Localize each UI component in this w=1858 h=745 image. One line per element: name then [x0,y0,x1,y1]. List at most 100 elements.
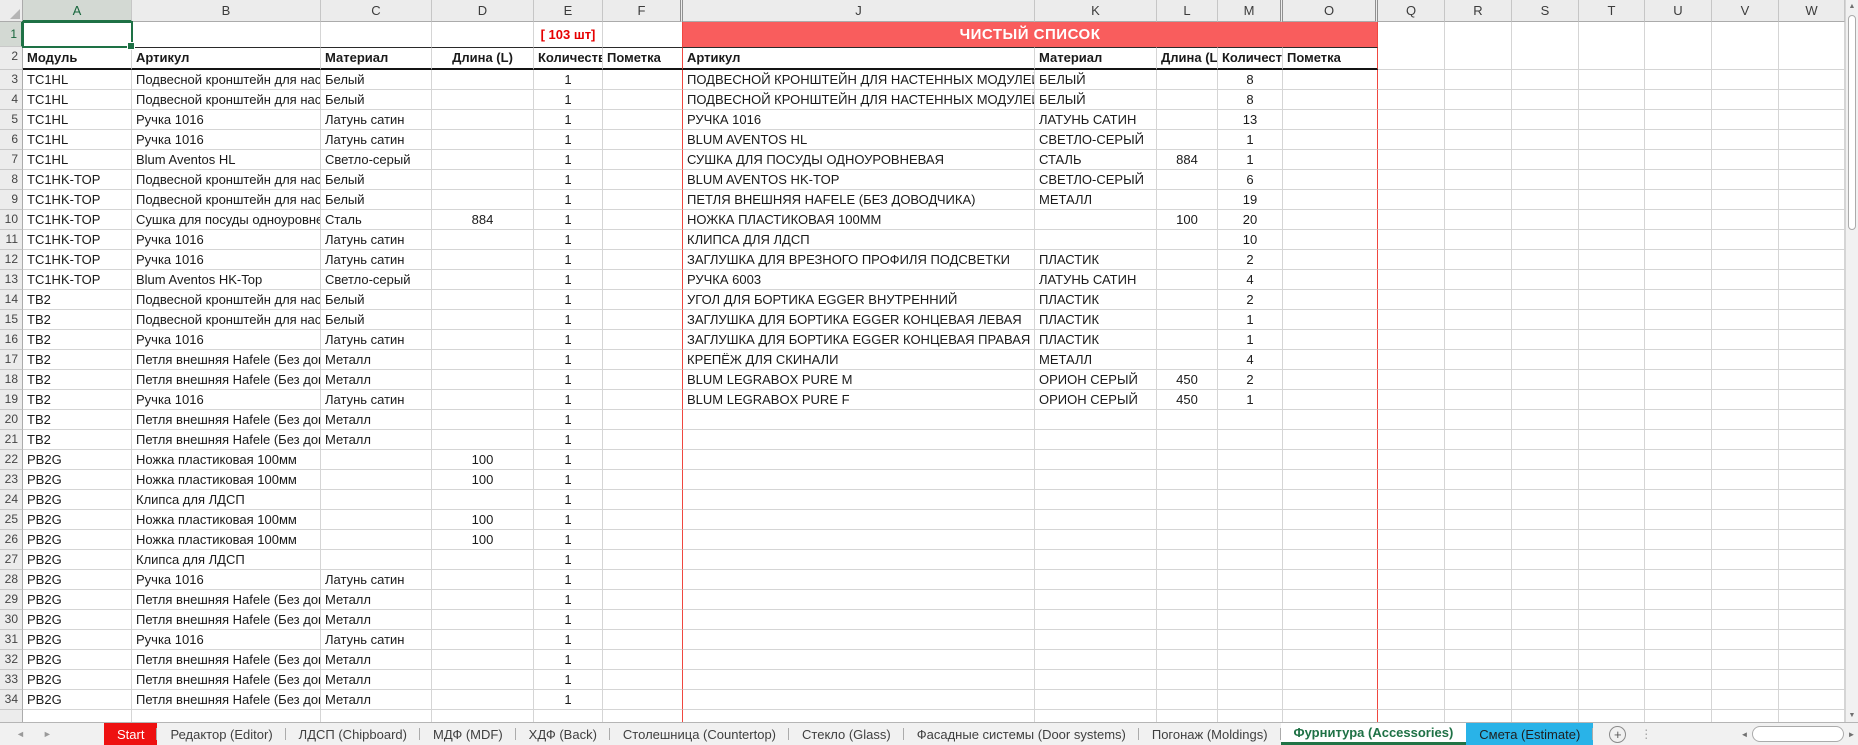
cell-T4[interactable] [1579,90,1645,110]
cell-E20[interactable]: 1 [534,410,603,430]
row-header-14[interactable]: 14 [0,290,23,310]
cell-K25[interactable] [1035,510,1157,530]
cell-V10[interactable] [1712,210,1779,230]
cell-Q26[interactable] [1378,530,1445,550]
cell-C25[interactable] [321,510,432,530]
cell-D13[interactable] [432,270,534,290]
cell-J19[interactable]: BLUM LEGRABOX PURE F [683,390,1035,410]
cell-E6[interactable]: 1 [534,130,603,150]
cell-F35[interactable] [603,710,683,722]
cell-S21[interactable] [1512,430,1579,450]
cell-K10[interactable] [1035,210,1157,230]
cell-W10[interactable] [1779,210,1845,230]
clean-list-banner[interactable]: ЧИСТЫЙ СПИСОК [683,22,1378,47]
cell-U16[interactable] [1645,330,1712,350]
cell-D11[interactable] [432,230,534,250]
cell-K26[interactable] [1035,530,1157,550]
cell-K14[interactable]: ПЛАСТИК [1035,290,1157,310]
cell-S10[interactable] [1512,210,1579,230]
select-all-button[interactable] [0,0,23,22]
cell-D4[interactable] [432,90,534,110]
cell-L21[interactable] [1157,430,1218,450]
cell-D33[interactable] [432,670,534,690]
cell-F26[interactable] [603,530,683,550]
row-header-23[interactable]: 23 [0,470,23,490]
cell-D14[interactable] [432,290,534,310]
cell-E4[interactable]: 1 [534,90,603,110]
cell-J13[interactable]: РУЧКА 6003 [683,270,1035,290]
cell-L19[interactable]: 450 [1157,390,1218,410]
column-header-M[interactable]: M [1218,0,1283,22]
cell-O22[interactable] [1283,450,1378,470]
cell-R8[interactable] [1445,170,1512,190]
cell-O16[interactable] [1283,330,1378,350]
cell-F24[interactable] [603,490,683,510]
cell-U12[interactable] [1645,250,1712,270]
cell-E27[interactable]: 1 [534,550,603,570]
cell-V30[interactable] [1712,610,1779,630]
cell-V25[interactable] [1712,510,1779,530]
cell-E16[interactable]: 1 [534,330,603,350]
row-header-28[interactable]: 28 [0,570,23,590]
column-header-B[interactable]: B [132,0,321,22]
cell-O14[interactable] [1283,290,1378,310]
cell-A27[interactable]: PB2G [23,550,132,570]
cell-U24[interactable] [1645,490,1712,510]
cell-S1[interactable] [1512,22,1579,47]
cell-T17[interactable] [1579,350,1645,370]
cell-W23[interactable] [1779,470,1845,490]
sheet-tab-door-systems[interactable]: Фасадные системы (Door systems) [904,723,1139,745]
cell-K18[interactable]: ОРИОН СЕРЫЙ [1035,370,1157,390]
row-header-1[interactable]: 1 [0,22,23,47]
cell-K16[interactable]: ПЛАСТИК [1035,330,1157,350]
cell-J3[interactable]: ПОДВЕСНОЙ КРОНШТЕЙН ДЛЯ НАСТЕННЫХ МОДУЛЕ… [683,70,1035,90]
cell-W17[interactable] [1779,350,1845,370]
cell-L6[interactable] [1157,130,1218,150]
cell-W19[interactable] [1779,390,1845,410]
cell-E19[interactable]: 1 [534,390,603,410]
cell-J24[interactable] [683,490,1035,510]
cell-W25[interactable] [1779,510,1845,530]
row-header-13[interactable]: 13 [0,270,23,290]
cell-K15[interactable]: ПЛАСТИК [1035,310,1157,330]
row-header-9[interactable]: 9 [0,190,23,210]
cell-F18[interactable] [603,370,683,390]
row-header-18[interactable]: 18 [0,370,23,390]
cell-U18[interactable] [1645,370,1712,390]
cell-D30[interactable] [432,610,534,630]
cell-O31[interactable] [1283,630,1378,650]
cell-T15[interactable] [1579,310,1645,330]
cell-D21[interactable] [432,430,534,450]
cell-R19[interactable] [1445,390,1512,410]
cell-L15[interactable] [1157,310,1218,330]
cell-J5[interactable]: РУЧКА 1016 [683,110,1035,130]
cell-K7[interactable]: СТАЛЬ [1035,150,1157,170]
cell-V21[interactable] [1712,430,1779,450]
sheet-tab-start[interactable]: Start [104,723,157,745]
cell-S13[interactable] [1512,270,1579,290]
cell-K33[interactable] [1035,670,1157,690]
cell-V34[interactable] [1712,690,1779,710]
cell-U33[interactable] [1645,670,1712,690]
cell-J10[interactable]: НОЖКА ПЛАСТИКОВАЯ 100ММ [683,210,1035,230]
cell-F20[interactable] [603,410,683,430]
cell-B31[interactable]: Ручка 1016 [132,630,321,650]
cell-E11[interactable]: 1 [534,230,603,250]
cell-V29[interactable] [1712,590,1779,610]
cell-M8[interactable]: 6 [1218,170,1283,190]
cell-O25[interactable] [1283,510,1378,530]
cell-S8[interactable] [1512,170,1579,190]
column-header-R[interactable]: R [1445,0,1512,22]
cell-R28[interactable] [1445,570,1512,590]
column-header-F[interactable]: F [603,0,683,22]
cell-D9[interactable] [432,190,534,210]
row-header-32[interactable]: 32 [0,650,23,670]
cell-Q29[interactable] [1378,590,1445,610]
cell-B6[interactable]: Ручка 1016 [132,130,321,150]
cell-S24[interactable] [1512,490,1579,510]
cell-F5[interactable] [603,110,683,130]
cell-S34[interactable] [1512,690,1579,710]
cell-B33[interactable]: Петля внешняя Hafele (Без доводчика) [132,670,321,690]
cell-E23[interactable]: 1 [534,470,603,490]
cell-L4[interactable] [1157,90,1218,110]
